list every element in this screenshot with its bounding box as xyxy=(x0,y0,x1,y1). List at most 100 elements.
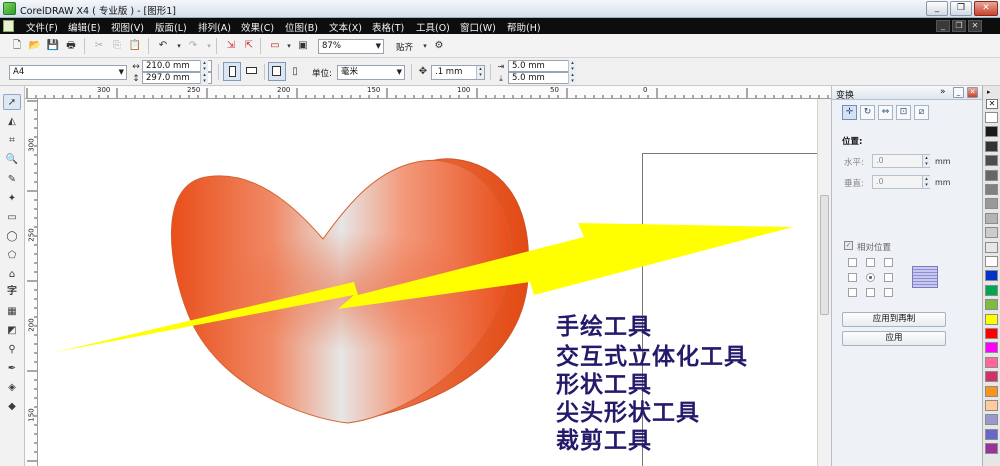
paper-type-select[interactable]: A4 ▼ xyxy=(9,65,127,80)
minimize-button[interactable]: _ xyxy=(926,1,948,16)
ellipse-tool-icon[interactable]: ◯ xyxy=(3,229,21,245)
eyedropper-tool-icon[interactable]: ⚲ xyxy=(3,342,21,358)
landscape-button[interactable] xyxy=(243,62,261,81)
zoom-tool-icon[interactable]: 🔍 xyxy=(3,152,21,168)
color-swatch[interactable] xyxy=(985,198,998,210)
scrollbar-thumb[interactable] xyxy=(820,195,829,315)
menu-edit[interactable]: 编辑(E) xyxy=(68,20,100,34)
collapse-icon[interactable]: » xyxy=(940,87,946,97)
document-icon[interactable] xyxy=(3,20,14,32)
current-page-icon[interactable]: ▯ xyxy=(288,65,302,79)
interactive-fill-tool-icon[interactable]: ◆ xyxy=(3,399,21,415)
color-swatch[interactable] xyxy=(985,169,998,181)
crop-tool-icon[interactable]: ⌗ xyxy=(3,133,21,149)
color-swatch[interactable] xyxy=(985,140,998,152)
new-document-icon[interactable]: 🗋 xyxy=(10,39,24,53)
paste-icon[interactable]: 📋 xyxy=(128,39,142,53)
menu-effects[interactable]: 效果(C) xyxy=(241,20,274,34)
anchor-top-right[interactable] xyxy=(884,258,893,267)
anchor-top-center[interactable] xyxy=(866,258,875,267)
options-icon[interactable]: ⚙ xyxy=(432,39,446,53)
shape-tool-icon[interactable]: ◭ xyxy=(3,114,21,130)
horizontal-ruler[interactable]: 300 250 200 150 100 50 0 xyxy=(25,86,831,99)
color-swatch[interactable] xyxy=(985,184,998,195)
vertical-scrollbar[interactable] xyxy=(817,99,831,466)
position-mode-icon[interactable]: ✛ xyxy=(842,105,857,120)
color-swatch[interactable] xyxy=(985,414,998,426)
duplicate-distance-x-field[interactable]: 5.0 mm xyxy=(508,60,570,72)
width-spinner[interactable]: ▴ ▾ xyxy=(200,60,208,72)
color-swatch[interactable] xyxy=(985,428,998,440)
fill-tool-icon[interactable]: ◈ xyxy=(3,380,21,396)
rectangle-tool-icon[interactable]: ▭ xyxy=(3,210,21,226)
menu-tools[interactable]: 工具(O) xyxy=(416,20,450,34)
launcher-dropdown-icon[interactable]: ▾ xyxy=(282,39,296,53)
anchor-middle-right[interactable] xyxy=(884,273,893,282)
color-swatch[interactable] xyxy=(985,400,998,411)
anchor-top-left[interactable] xyxy=(848,258,857,267)
color-swatch[interactable] xyxy=(985,256,998,267)
drawing-canvas[interactable]: 手绘工具 交互式立体化工具 形状工具 尖头形状工具 裁剪工具 xyxy=(38,99,817,466)
doc-close-button[interactable]: ✕ xyxy=(968,20,982,32)
redo-icon[interactable]: ↷ xyxy=(186,39,200,53)
duplicate-x-spinner[interactable]: ▴ ▾ xyxy=(568,60,576,72)
color-swatch[interactable] xyxy=(985,155,998,167)
vertical-ruler[interactable]: 300 250 200 150 xyxy=(25,99,38,466)
color-swatch[interactable] xyxy=(985,241,998,253)
freehand-tool-icon[interactable]: ✎ xyxy=(3,172,21,188)
color-swatch[interactable] xyxy=(985,126,998,138)
undo-dropdown-icon[interactable]: ▾ xyxy=(172,39,186,53)
menu-bitmaps[interactable]: 位图(B) xyxy=(285,20,318,34)
print-icon[interactable]: 🖶 xyxy=(64,39,78,53)
color-swatch[interactable] xyxy=(985,227,998,239)
export-icon[interactable]: ⇱ xyxy=(242,39,256,53)
outline-tool-icon[interactable]: ✒ xyxy=(3,361,21,377)
redo-dropdown-icon[interactable]: ▾ xyxy=(202,39,216,53)
menu-text[interactable]: 文本(X) xyxy=(329,20,362,34)
docker-close-button[interactable]: ✕ xyxy=(967,87,978,98)
snap-to-label[interactable]: 贴齐 xyxy=(396,41,413,53)
color-swatch[interactable] xyxy=(985,313,998,325)
menu-view[interactable]: 视图(V) xyxy=(111,20,144,34)
anchor-bottom-right[interactable] xyxy=(884,288,893,297)
basic-shapes-tool-icon[interactable]: ⌂ xyxy=(3,267,21,283)
docker-minimize-button[interactable]: _ xyxy=(953,87,964,98)
menu-arrange[interactable]: 排列(A) xyxy=(198,20,231,34)
table-tool-icon[interactable]: ▦ xyxy=(3,304,21,320)
size-mode-icon[interactable]: ⊡ xyxy=(896,105,911,120)
color-swatch[interactable] xyxy=(985,385,998,397)
interactive-blend-tool-icon[interactable]: ◩ xyxy=(3,323,21,339)
undo-icon[interactable]: ↶ xyxy=(156,39,170,53)
polygon-tool-icon[interactable]: ⬠ xyxy=(3,248,21,264)
apply-to-duplicate-button[interactable]: 应用到再制 xyxy=(842,312,946,327)
pick-tool-icon[interactable]: ➚ xyxy=(3,94,21,110)
restore-button[interactable]: ❐ xyxy=(950,1,972,16)
nudge-spinner[interactable]: ▴ ▾ xyxy=(476,66,484,79)
coreldraw-app-icon[interactable] xyxy=(3,2,16,15)
color-swatch[interactable] xyxy=(985,284,998,296)
duplicate-y-spinner[interactable]: ▴ ▾ xyxy=(568,72,576,84)
doc-minimize-button[interactable]: _ xyxy=(936,20,950,32)
color-swatch[interactable] xyxy=(985,112,998,123)
no-fill-swatch[interactable]: ✕ xyxy=(986,99,998,109)
palette-scroll-up-icon[interactable]: ▸ xyxy=(987,88,991,96)
text-tool-icon[interactable]: 字 xyxy=(3,284,21,300)
anchor-center[interactable] xyxy=(866,273,875,282)
application-launcher-icon[interactable]: ▭ xyxy=(268,39,282,53)
snap-dropdown-icon[interactable]: ▾ xyxy=(418,39,432,53)
anchor-middle-left[interactable] xyxy=(848,273,857,282)
cut-icon[interactable]: ✂ xyxy=(92,39,106,53)
menu-help[interactable]: 帮助(H) xyxy=(507,20,541,34)
anchor-bottom-left[interactable] xyxy=(848,288,857,297)
open-folder-icon[interactable]: 📂 xyxy=(28,39,42,53)
scale-mirror-mode-icon[interactable]: ⇔ xyxy=(878,105,893,120)
duplicate-distance-y-field[interactable]: 5.0 mm xyxy=(508,72,570,84)
horizontal-spinner[interactable]: ▴ ▾ xyxy=(922,155,930,167)
close-button[interactable]: ✕ xyxy=(974,1,998,16)
anchor-bottom-center[interactable] xyxy=(866,288,875,297)
apply-button[interactable]: 应用 xyxy=(842,331,946,346)
all-pages-button[interactable] xyxy=(268,62,286,81)
relative-position-checkbox[interactable]: ✓ xyxy=(844,241,853,250)
zoom-level-select[interactable]: 87% ▼ xyxy=(318,39,384,54)
color-swatch[interactable] xyxy=(985,212,998,224)
